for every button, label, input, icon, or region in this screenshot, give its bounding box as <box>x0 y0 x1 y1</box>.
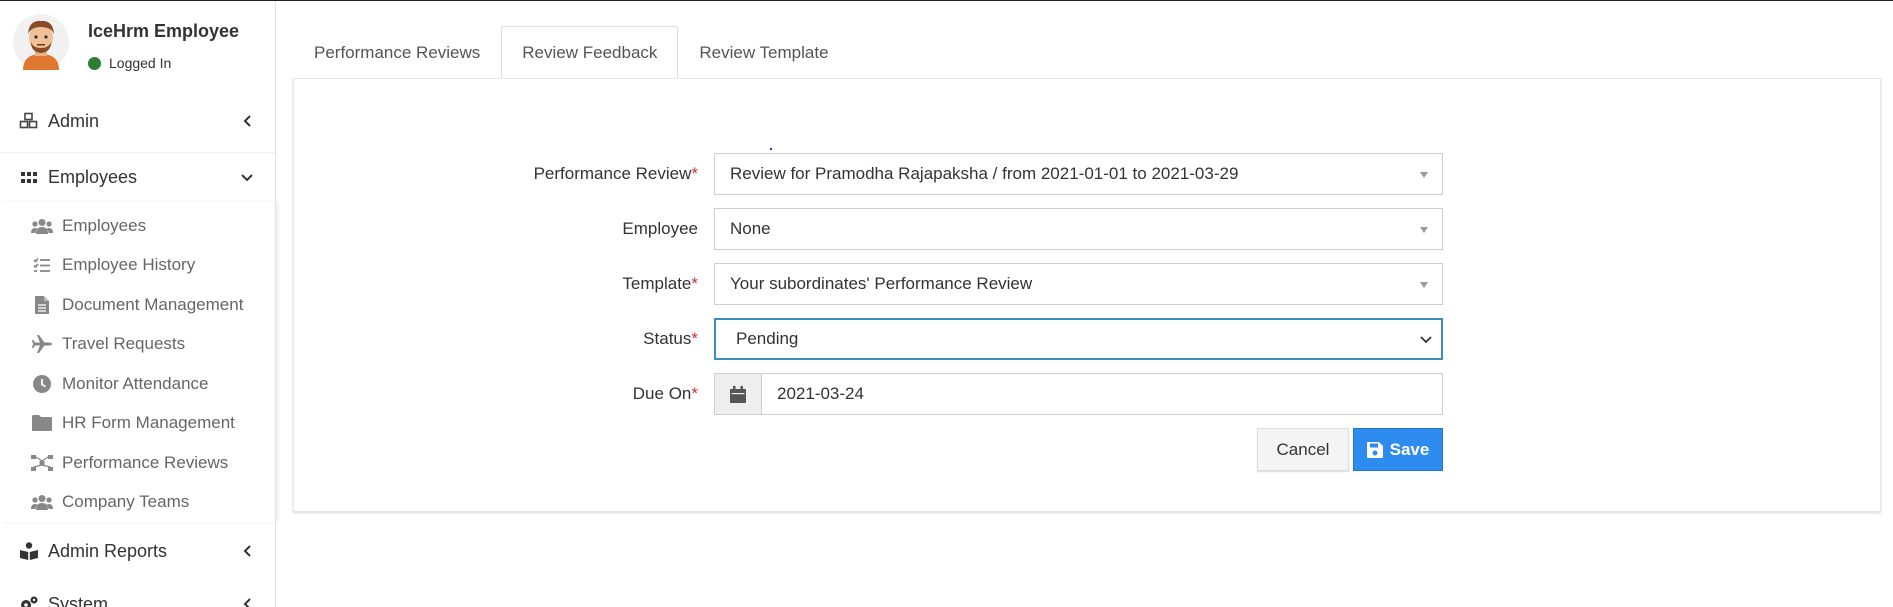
submenu-item-monitor-attendance-label: Monitor Attendance <box>62 374 209 393</box>
submenu-item-employee-history-label: Employee History <box>62 255 196 274</box>
clock-icon <box>31 374 53 394</box>
cogs-icon <box>18 593 40 607</box>
status-label: Status * <box>643 318 698 360</box>
due-on-date-picker: 2021-03-24 <box>714 373 1443 415</box>
save-button[interactable]: Save <box>1353 428 1443 471</box>
calendar-icon <box>730 385 746 403</box>
user-panel: IceHrm Employee Logged In <box>0 1 276 75</box>
cancel-button-label: Cancel <box>1276 439 1330 459</box>
employee-value: None <box>730 219 771 238</box>
online-status-icon <box>88 56 101 70</box>
employees-submenu: Employees Employee History Document Mana… <box>0 202 276 522</box>
menu-item-admin[interactable]: Admin <box>0 96 276 146</box>
chevron-down-icon <box>240 171 254 185</box>
submenu-item-hr-form-management[interactable]: HR Form Management <box>0 404 276 442</box>
menu-item-employees-label: Employees <box>48 167 138 187</box>
template-label-text: Template <box>622 274 692 293</box>
row-employee: Employee None <box>294 208 1882 250</box>
status-value: Pending <box>736 329 799 348</box>
submenu-item-company-teams-label: Company Teams <box>62 492 190 511</box>
tab-performance-reviews[interactable]: Performance Reviews <box>293 26 501 78</box>
book-reader-icon <box>18 540 40 562</box>
row-template: Template * Your subordinates' Performance… <box>294 263 1882 305</box>
status-select[interactable]: Pending <box>714 318 1443 360</box>
chevron-left-icon <box>240 544 254 558</box>
chevron-left-icon <box>240 597 254 607</box>
chevron-left-icon <box>240 114 254 128</box>
caret-down-icon <box>1420 227 1428 233</box>
login-status: Logged In <box>88 55 171 71</box>
tab-review-feedback[interactable]: Review Feedback <box>501 26 679 78</box>
user-name: IceHrm Employee <box>88 21 240 41</box>
calendar-button[interactable] <box>715 374 762 414</box>
tab-review-template[interactable]: Review Template <box>678 26 849 78</box>
template-label: Template * <box>622 263 698 305</box>
cubes-icon <box>18 110 40 132</box>
required-marker: * <box>691 384 698 403</box>
submenu-item-company-teams[interactable]: Company Teams <box>0 483 276 521</box>
chevron-down-icon <box>1420 336 1432 344</box>
form-actions: Cancel Save <box>294 428 1882 471</box>
cancel-button[interactable]: Cancel <box>1257 428 1349 471</box>
row-performance-review: Performance Review * Review for Pramodha … <box>294 153 1882 195</box>
caret-down-icon <box>1420 172 1428 178</box>
submenu-item-employee-history[interactable]: Employee History <box>0 246 276 284</box>
module-tabs: Performance Reviews Review Feedback Revi… <box>293 26 850 78</box>
menu-item-system-label: System <box>48 593 109 607</box>
avatar <box>13 14 69 70</box>
submenu-item-monitor-attendance[interactable]: Monitor Attendance <box>0 365 276 403</box>
performance-review-select[interactable]: Review for Pramodha Rajapaksha / from 20… <box>714 153 1443 195</box>
employee-label: Employee <box>622 208 698 250</box>
employee-select[interactable]: None <box>714 208 1443 250</box>
sitemap-icon <box>31 453 53 473</box>
menu-item-system[interactable]: System <box>0 579 276 607</box>
submenu-item-performance-reviews-label: Performance Reviews <box>62 453 229 472</box>
submenu-item-performance-reviews[interactable]: Performance Reviews <box>0 444 276 482</box>
status-label-text: Status <box>643 329 692 348</box>
folder-icon <box>31 413 53 433</box>
template-select[interactable]: Your subordinates' Performance Review <box>714 263 1443 305</box>
row-due-on: Due On * 2021-03-24 <box>294 373 1882 415</box>
menu-item-admin-reports[interactable]: Admin Reports <box>0 526 276 576</box>
login-status-label: Logged In <box>109 55 172 71</box>
stray-mark <box>770 148 772 150</box>
menu-item-admin-reports-label: Admin Reports <box>48 540 168 561</box>
template-value: Your subordinates' Performance Review <box>730 274 1033 293</box>
required-marker: * <box>691 329 698 348</box>
submenu-item-travel-requests-label: Travel Requests <box>62 334 186 353</box>
performance-review-label: Performance Review * <box>534 153 698 195</box>
file-icon <box>31 295 53 315</box>
employee-label-text: Employee <box>622 219 698 238</box>
list-check-icon <box>31 255 53 275</box>
submenu-item-document-management-label: Document Management <box>62 295 244 314</box>
caret-down-icon <box>1420 282 1428 288</box>
performance-review-label-text: Performance Review <box>533 164 692 183</box>
due-on-input[interactable]: 2021-03-24 <box>762 374 1442 414</box>
required-marker: * <box>691 164 698 183</box>
submenu-item-employees-label: Employees <box>62 216 147 235</box>
sidebar: IceHrm Employee Logged In Admin Employee… <box>0 1 276 607</box>
menu-item-admin-label: Admin <box>48 110 100 131</box>
required-marker: * <box>691 274 698 293</box>
performance-review-value: Review for Pramodha Rajapaksha / from 20… <box>730 164 1239 183</box>
save-button-label: Save <box>1389 439 1430 459</box>
row-status: Status * Pending <box>294 318 1882 360</box>
review-feedback-form-panel: Performance Review * Review for Pramodha … <box>293 78 1881 512</box>
submenu-item-travel-requests[interactable]: Travel Requests <box>0 325 276 363</box>
users-icon <box>31 216 53 236</box>
submenu-item-hr-form-management-label: HR Form Management <box>62 413 235 432</box>
due-on-label-text: Due On <box>632 384 692 403</box>
menu-item-employees[interactable]: Employees <box>0 152 276 202</box>
users-icon <box>31 492 53 512</box>
submenu-item-employees[interactable]: Employees <box>0 207 276 245</box>
submenu-item-document-management[interactable]: Document Management <box>0 286 276 324</box>
grid-icon <box>18 167 40 189</box>
due-on-label: Due On * <box>633 373 698 415</box>
save-icon <box>1366 441 1383 458</box>
plane-icon <box>31 334 53 354</box>
